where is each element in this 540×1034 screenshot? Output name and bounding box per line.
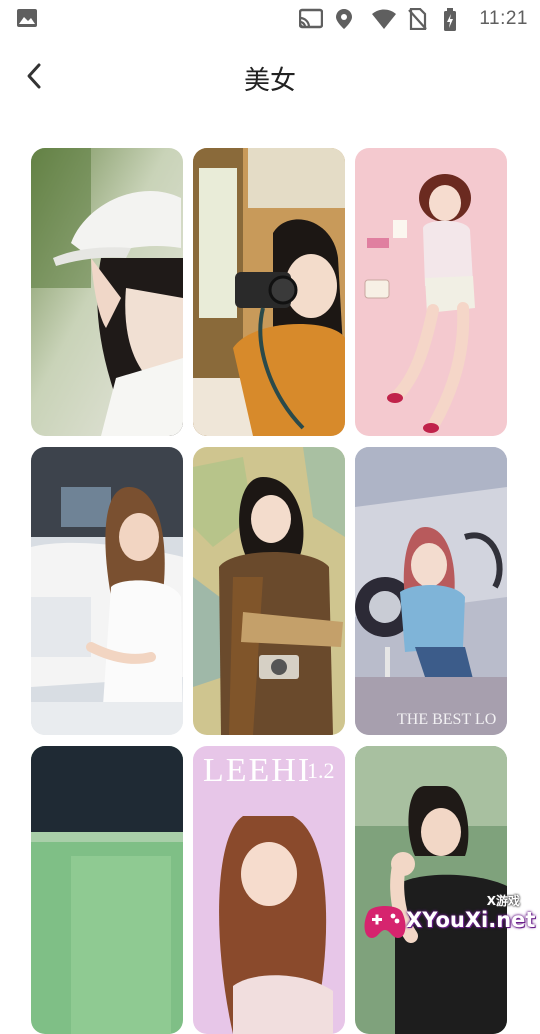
watermark-subtitle: X游戏	[486, 894, 520, 908]
gallery-image[interactable]: THE BEST LO	[355, 447, 507, 735]
watermark-site: XYouXi.net	[406, 908, 536, 932]
location-icon	[335, 8, 357, 30]
gallery-image[interactable]	[193, 447, 345, 735]
gallery-image[interactable]	[355, 148, 507, 436]
wifi-icon	[371, 8, 397, 30]
battery-charging-icon	[443, 8, 465, 31]
page-title: 美女	[243, 66, 296, 96]
gallery-image[interactable]	[31, 447, 183, 735]
status-icons: 11:21	[299, 6, 528, 32]
gallery-image[interactable]	[31, 746, 183, 1034]
no-sim-icon	[407, 7, 429, 31]
photo-girl-white-cap	[31, 148, 183, 436]
status-bar: 11:21	[0, 0, 540, 38]
photo-girl-camera	[193, 148, 345, 436]
photo-girl-wheel	[355, 447, 507, 735]
photo-girl-car-show	[31, 447, 183, 735]
album-number: 1.2	[307, 758, 335, 783]
clock: 11:21	[479, 8, 528, 29]
cast-icon	[299, 8, 324, 30]
gamepad-logo-icon	[364, 906, 406, 938]
photo-blurred-green	[31, 746, 183, 1034]
app-bar: 美女	[0, 38, 540, 114]
image-notification-icon	[16, 8, 38, 28]
photo-girl-pink	[355, 148, 507, 436]
site-watermark: X游戏 XYouXi.net	[362, 892, 536, 948]
gallery-image[interactable]	[355, 746, 507, 1034]
photo-girl-waving	[355, 746, 507, 1034]
gallery-image[interactable]	[193, 148, 345, 436]
photo-girl-notebook	[193, 447, 345, 735]
photo-caption: THE BEST LO	[397, 711, 497, 728]
gallery-image[interactable]	[31, 148, 183, 436]
gallery-image[interactable]: LEEHI 1.2	[193, 746, 345, 1034]
